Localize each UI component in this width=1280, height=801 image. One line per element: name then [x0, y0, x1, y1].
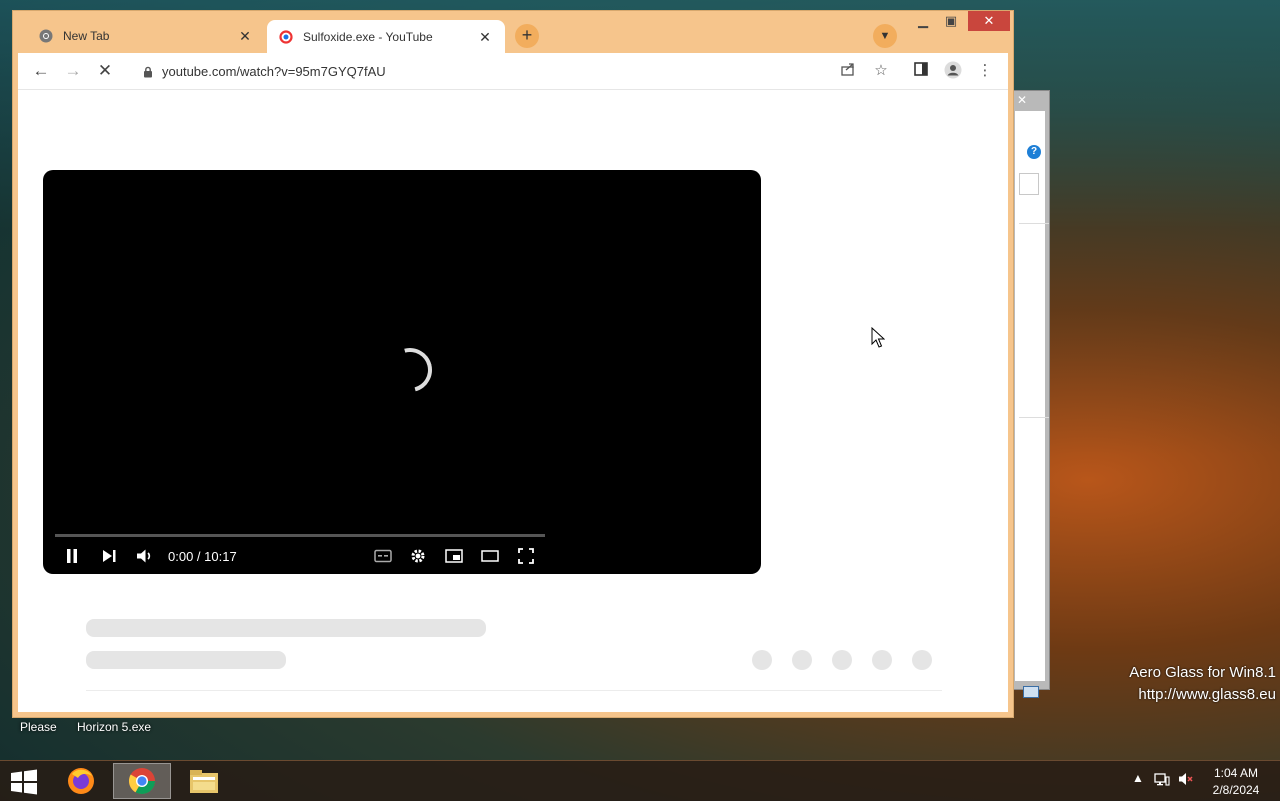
tab-new-tab[interactable]: New Tab ✕ — [27, 19, 265, 53]
tab-title: Sulfoxide.exe - YouTube — [303, 30, 433, 44]
file-explorer-icon — [190, 770, 218, 793]
background-window[interactable]: ✕ ? — [1010, 90, 1050, 698]
bookmark-star-icon[interactable]: ☆ — [871, 61, 891, 81]
lock-icon[interactable] — [142, 65, 154, 78]
action-placeholder — [832, 650, 852, 670]
tab-close-icon[interactable]: ✕ — [237, 28, 253, 45]
browser-window: New Tab ✕ Sulfoxide.exe - YouTube ✕ + ▼ … — [12, 10, 1014, 718]
video-player[interactable]: 0:00 / 10:17 — [43, 170, 761, 574]
captions-icon[interactable] — [374, 548, 392, 566]
action-placeholder — [912, 650, 932, 670]
desktop-icon-label[interactable]: Horizon 5.exe — [77, 720, 151, 734]
loading-spinner-icon — [379, 339, 441, 401]
watermark: Aero Glass for Win8.1 http://www.glass8.… — [1129, 662, 1276, 706]
volume-icon[interactable] — [136, 548, 154, 566]
tab-search-button[interactable]: ▼ — [873, 24, 897, 48]
close-icon[interactable]: ✕ — [1017, 93, 1027, 107]
window-close-button[interactable]: ✕ — [968, 11, 1010, 31]
address-bar[interactable]: youtube.com/watch?v=95m7GYQ7fAU — [130, 57, 870, 85]
tab-title: New Tab — [63, 29, 110, 43]
desktop-icon-label[interactable]: Please — [20, 720, 57, 734]
video-progress-bar[interactable] — [55, 534, 545, 537]
fullscreen-icon[interactable] — [518, 548, 534, 566]
title-placeholder — [86, 619, 486, 637]
minimize-button[interactable]: ▁ — [909, 11, 937, 31]
share-icon[interactable] — [838, 61, 858, 81]
background-window-content: ? — [1015, 111, 1049, 698]
tab-close-icon[interactable]: ✕ — [477, 29, 493, 46]
side-panel-icon[interactable] — [911, 61, 931, 81]
miniplayer-icon[interactable] — [445, 548, 463, 566]
chrome-icon — [128, 768, 156, 795]
page-content: 0:00 / 10:17 — [18, 89, 1008, 712]
settings-gear-icon[interactable] — [410, 548, 426, 566]
taskbar: ▲ 1:04 AM 2/8/2024 — [0, 760, 1280, 801]
network-icon[interactable] — [1154, 771, 1170, 790]
next-button[interactable] — [101, 548, 117, 566]
profile-icon[interactable] — [943, 61, 963, 81]
taskbar-firefox[interactable] — [52, 763, 110, 799]
help-icon[interactable]: ? — [1027, 145, 1041, 159]
pause-button[interactable] — [65, 548, 79, 566]
theater-mode-icon[interactable] — [481, 548, 499, 566]
show-hidden-icons-button[interactable]: ▲ — [1132, 771, 1144, 785]
channel-placeholder — [86, 651, 286, 669]
new-tab-button[interactable]: + — [515, 24, 539, 48]
mouse-cursor-icon — [871, 327, 885, 348]
divider — [86, 690, 942, 691]
tab-youtube[interactable]: Sulfoxide.exe - YouTube ✕ — [267, 20, 505, 54]
system-clock[interactable]: 1:04 AM 2/8/2024 — [1206, 765, 1266, 799]
watermark-line: http://www.glass8.eu — [1138, 686, 1276, 703]
action-placeholder — [872, 650, 892, 670]
taskbar-chrome[interactable] — [113, 763, 171, 799]
taskbar-file-explorer[interactable] — [175, 763, 233, 799]
time-display: 0:00 / 10:17 — [168, 549, 237, 564]
url-text: youtube.com/watch?v=95m7GYQ7fAU — [162, 63, 386, 79]
browser-toolbar: ← → ✕ youtube.com/watch?v=95m7GYQ7fAU ☆ … — [18, 53, 1008, 89]
firefox-icon — [68, 768, 94, 794]
chrome-icon — [39, 29, 53, 43]
watermark-line: Aero Glass for Win8.1 — [1129, 664, 1276, 681]
windows-start-icon[interactable] — [10, 769, 38, 795]
search-box[interactable] — [1019, 173, 1039, 195]
divider — [1019, 223, 1049, 224]
more-menu-icon[interactable]: ⋮ — [975, 61, 995, 81]
action-placeholder — [752, 650, 772, 670]
image-icon[interactable] — [1023, 686, 1039, 698]
youtube-loading-icon — [279, 30, 293, 44]
clock-time: 1:04 AM — [1213, 766, 1259, 780]
stop-loading-button[interactable]: ✕ — [95, 61, 115, 81]
clock-date: 2/8/2024 — [1212, 783, 1260, 797]
forward-button[interactable]: → — [63, 61, 83, 81]
action-placeholder — [792, 650, 812, 670]
back-button[interactable]: ← — [31, 61, 51, 81]
maximize-button[interactable]: ▣ — [937, 11, 965, 31]
volume-muted-icon[interactable] — [1178, 771, 1194, 790]
divider — [1019, 417, 1049, 418]
